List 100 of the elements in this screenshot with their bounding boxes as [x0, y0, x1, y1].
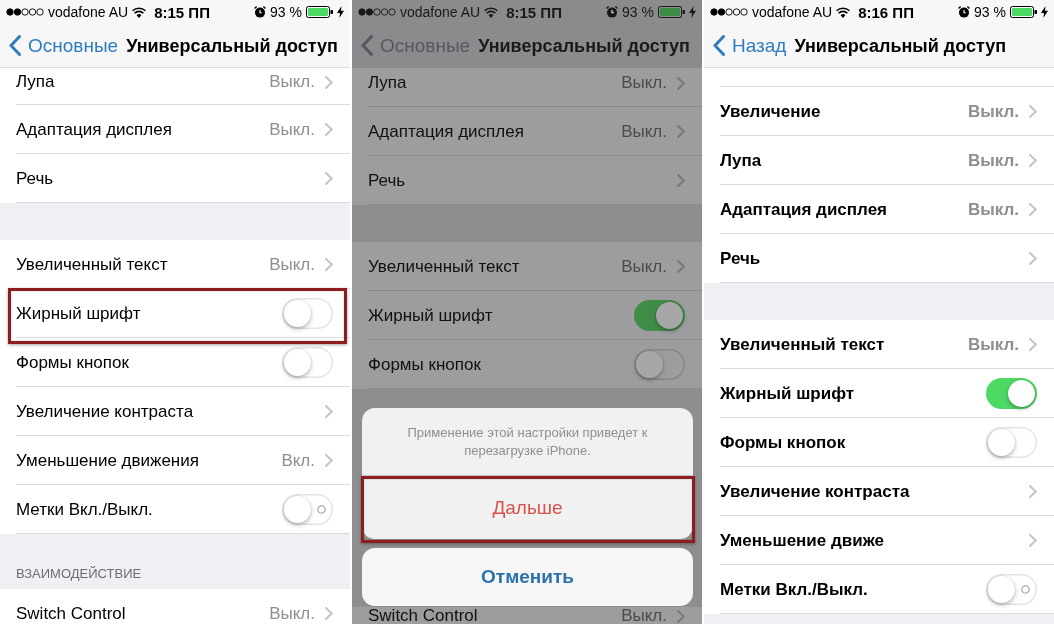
row-label: Формы кнопок	[16, 352, 129, 373]
settings-row[interactable]: Жирный шрифт	[352, 291, 702, 340]
settings-row[interactable]: Увеличение Выкл.	[704, 68, 1054, 136]
battery-percent: 93 %	[270, 4, 302, 20]
wifi-icon	[836, 6, 851, 18]
row-label: Лупа	[720, 150, 762, 171]
section-header: ВЗАИМОДЕЙСТВИЕ	[16, 566, 142, 582]
settings-row[interactable]: Речь	[704, 234, 1054, 283]
row-value: Вкл.	[281, 450, 315, 471]
settings-row[interactable]: Лупа Выкл.	[704, 136, 1054, 185]
chevron-right-icon	[677, 174, 685, 187]
row-label: Речь	[16, 168, 54, 189]
chevron-right-icon	[677, 76, 685, 90]
wifi-icon	[484, 6, 499, 18]
row-label: Увеличение контраста	[720, 481, 910, 502]
alert-message: Применение этой настройки приведет к перезагрузке iPhone.	[406, 423, 649, 460]
battery-percent: 93 %	[974, 4, 1006, 20]
chevron-right-icon	[1029, 338, 1037, 351]
row-label: Жирный шрифт	[720, 383, 855, 404]
settings-row[interactable]: Метки Вкл./Выкл.	[704, 565, 1054, 614]
settings-row[interactable]: Адаптация дисплея Выкл.	[0, 105, 350, 154]
status-time: 8:15 ПП	[506, 3, 562, 21]
carrier-name: vodafone AU	[400, 4, 481, 20]
toggle-switch[interactable]	[282, 347, 333, 378]
row-label: Адаптация дисплея	[368, 121, 524, 142]
settings-row[interactable]: Увеличенный текст Выкл.	[704, 320, 1054, 369]
charging-bolt-icon	[1041, 6, 1048, 18]
chevron-right-icon	[325, 172, 333, 185]
settings-row[interactable]: Увеличение контраста	[0, 387, 350, 436]
row-label: Увеличенный текст	[16, 254, 168, 275]
settings-row[interactable]: Лупа Выкл.	[352, 68, 702, 107]
settings-row[interactable]: Увеличение контраста	[704, 467, 1054, 516]
chevron-right-icon	[325, 607, 333, 620]
row-value: Выкл.	[621, 121, 667, 142]
settings-row[interactable]: Уменьшение движения Вкл.	[0, 436, 350, 485]
row-label: Метки Вкл./Выкл.	[720, 579, 868, 600]
toggle-switch[interactable]	[986, 378, 1037, 409]
toggle-switch[interactable]	[986, 574, 1037, 605]
row-label: Жирный шрифт	[368, 305, 493, 326]
back-button[interactable]: Назад	[713, 34, 787, 57]
settings-row[interactable]: Адаптация дисплея Выкл.	[352, 107, 702, 156]
continue-button[interactable]: Дальше	[362, 476, 693, 539]
toggle-switch[interactable]	[986, 427, 1037, 458]
charging-bolt-icon	[689, 6, 696, 18]
carrier-name: vodafone AU	[48, 4, 129, 20]
wifi-icon	[132, 6, 147, 18]
row-value: Выкл.	[269, 119, 315, 140]
status-time: 8:15 ПП	[154, 3, 210, 21]
row-label: Формы кнопок	[368, 354, 481, 375]
row-value: Выкл.	[269, 254, 315, 275]
row-value: Выкл.	[269, 72, 315, 92]
charging-bolt-icon	[337, 6, 344, 18]
row-label: Лупа	[368, 73, 407, 93]
row-value: Выкл.	[621, 73, 667, 93]
cancel-button[interactable]: Отменить	[362, 548, 693, 606]
settings-row[interactable]: Уменьшение движе	[704, 516, 1054, 565]
settings-row[interactable]: Увеличенный текст Выкл.	[352, 242, 702, 291]
chevron-right-icon	[1029, 203, 1037, 216]
status-time: 8:16 ПП	[858, 3, 914, 21]
chevron-left-icon	[9, 35, 21, 56]
settings-row[interactable]: Адаптация дисплея Выкл.	[704, 185, 1054, 234]
settings-row[interactable]: Формы кнопок	[704, 418, 1054, 467]
chevron-left-icon	[361, 35, 373, 56]
chevron-right-icon	[325, 405, 333, 418]
nav-title: Универсальный доступ	[794, 34, 1007, 57]
settings-row[interactable]: Метки Вкл./Выкл.	[0, 485, 350, 534]
settings-row[interactable]: Лупа Выкл.	[0, 68, 350, 105]
chevron-right-icon	[1029, 154, 1037, 167]
chevron-right-icon	[677, 260, 685, 273]
row-label: Жирный шрифт	[16, 303, 141, 324]
toggle-switch[interactable]	[282, 494, 333, 525]
chevron-right-icon	[1029, 105, 1037, 118]
chevron-right-icon	[325, 258, 333, 271]
settings-row[interactable]: Речь	[0, 154, 350, 203]
row-value: Выкл.	[621, 256, 667, 277]
back-button[interactable]: Основные	[9, 34, 119, 57]
settings-row[interactable]: Речь	[352, 156, 702, 205]
toggle-switch[interactable]	[634, 349, 685, 380]
row-value: Выкл.	[967, 150, 1019, 171]
chevron-right-icon	[325, 75, 333, 89]
row-label: Увеличение	[720, 101, 821, 122]
alarm-clock-icon	[606, 6, 619, 18]
row-label: Увеличение контраста	[16, 401, 194, 422]
nav-title: Универсальный доступ	[478, 34, 690, 57]
row-label: Увеличенный текст	[368, 256, 520, 277]
settings-row[interactable]: Увеличенный текст Выкл.	[0, 240, 350, 289]
row-label: Уменьшение движе	[720, 530, 884, 551]
row-label: Лупа	[16, 72, 55, 92]
row-label: Switch Control	[368, 607, 478, 624]
row-label: Адаптация дисплея	[720, 199, 888, 220]
settings-row[interactable]: Формы кнопок	[0, 338, 350, 387]
row-label: Адаптация дисплея	[16, 119, 172, 140]
row-value: Выкл.	[967, 199, 1019, 220]
settings-row[interactable]: Формы кнопок	[352, 340, 702, 389]
battery-icon	[1010, 6, 1037, 18]
settings-row[interactable]: Жирный шрифт	[704, 369, 1054, 418]
row-value: Выкл.	[967, 101, 1019, 122]
chevron-right-icon	[1029, 252, 1037, 265]
toggle-switch[interactable]	[282, 298, 333, 329]
toggle-switch[interactable]	[634, 300, 685, 331]
